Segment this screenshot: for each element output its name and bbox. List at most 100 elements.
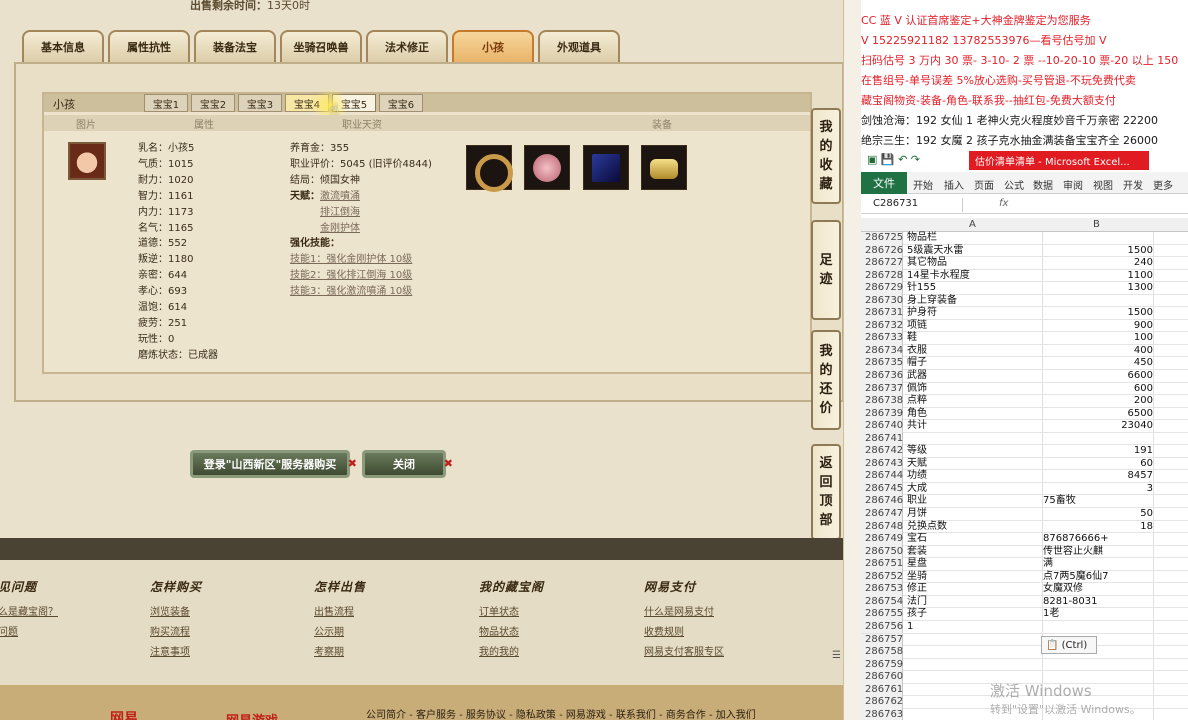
side-button-footprints[interactable]: 足迹: [811, 220, 841, 320]
row-number[interactable]: 286727: [861, 257, 903, 270]
fx-icon[interactable]: fx: [999, 198, 1008, 209]
cell-a[interactable]: 1: [907, 621, 1043, 634]
cell-b[interactable]: 240: [1043, 257, 1153, 270]
equip-slot-book[interactable]: [583, 145, 629, 190]
cell-b[interactable]: 450: [1043, 357, 1153, 370]
footer-link[interactable]: 物品状态: [479, 623, 544, 643]
cell-b[interactable]: 8457: [1043, 470, 1153, 483]
tab-equipment[interactable]: 装备法宝: [194, 30, 276, 62]
col-header-b[interactable]: B: [1093, 219, 1100, 230]
row-number[interactable]: 286752: [861, 570, 903, 584]
row-number[interactable]: 286736: [861, 370, 903, 383]
footer-link[interactable]: 出售流程: [314, 603, 366, 623]
row-number[interactable]: 286728: [861, 269, 903, 283]
equip-slot-ring[interactable]: [466, 145, 513, 192]
bottom-links[interactable]: 公司简介 - 客户服务 - 服务协议 - 隐私政策 - 网易游戏 - 联系我们 …: [366, 706, 756, 720]
cell-a[interactable]: 大成: [907, 483, 1043, 496]
cell-a[interactable]: 孩子: [907, 608, 1043, 621]
cell-b[interactable]: 876876666+: [1043, 533, 1153, 546]
cell-b[interactable]: 传世容止火麒: [1043, 546, 1153, 559]
baby-tab-1[interactable]: 宝宝1: [144, 94, 188, 112]
footer-link[interactable]: 么是藏宝阁？: [0, 603, 58, 623]
row-number[interactable]: 286753: [861, 583, 903, 596]
close-button[interactable]: 关闭 ✖: [362, 450, 453, 478]
tab-attributes[interactable]: 属性抗性: [108, 30, 190, 62]
cell-a[interactable]: 共计: [907, 420, 1043, 433]
cell-b[interactable]: 200: [1043, 395, 1153, 408]
skill-link-1[interactable]: 技能1：强化金刚护体 10级: [290, 252, 432, 268]
row-number[interactable]: 286739: [861, 407, 903, 421]
footer-link[interactable]: 什么是网易支付: [644, 603, 724, 623]
row-number[interactable]: 286744: [861, 470, 903, 483]
row-number[interactable]: 286762: [861, 696, 903, 709]
row-number[interactable]: 286747: [861, 508, 903, 521]
row-number[interactable]: 286746: [861, 495, 903, 508]
row-number[interactable]: 286750: [861, 545, 903, 559]
row-number[interactable]: 286729: [861, 282, 903, 295]
ribbon-tab-home[interactable]: 开始: [913, 177, 933, 192]
cell-a[interactable]: 点粹: [907, 395, 1043, 408]
footer-link[interactable]: 考察期: [314, 643, 366, 663]
talent-link-2[interactable]: 排江倒海: [320, 207, 360, 218]
cell-b[interactable]: 1老: [1043, 608, 1153, 621]
baby-tab-3[interactable]: 宝宝3: [238, 94, 282, 112]
cell-a[interactable]: 功绩: [907, 470, 1043, 483]
baby-tab-6[interactable]: 宝宝6: [379, 94, 423, 112]
side-button-back-to-top[interactable]: 返回顶部: [811, 444, 841, 540]
cell-b[interactable]: 50: [1043, 508, 1153, 521]
row-number[interactable]: 286725: [861, 232, 903, 245]
quick-access-icons[interactable]: ▣ 💾 ↶ ↷: [867, 153, 920, 166]
cell-a[interactable]: 武器: [907, 370, 1043, 383]
ribbon-tab-formulas[interactable]: 公式: [1004, 177, 1024, 192]
cell-a[interactable]: 法门: [907, 596, 1043, 609]
col-header-a[interactable]: A: [969, 219, 976, 230]
row-number[interactable]: 286760: [861, 671, 903, 684]
cell-a[interactable]: 月饼: [907, 508, 1043, 521]
footer-link[interactable]: 网易支付客服专区: [644, 643, 724, 663]
footer-link[interactable]: 购买流程: [150, 623, 202, 643]
footer-link[interactable]: 注意事项: [150, 643, 202, 663]
row-number[interactable]: 286745: [861, 482, 903, 496]
cell-b[interactable]: 6500: [1043, 408, 1153, 421]
cell-a[interactable]: 佩饰: [907, 383, 1043, 396]
cell-b[interactable]: 1500: [1043, 307, 1153, 320]
cell-b[interactable]: 1500: [1043, 245, 1153, 258]
row-number[interactable]: 286759: [861, 658, 903, 672]
cell-a[interactable]: 鞋: [907, 332, 1043, 345]
cell-a[interactable]: 星盘: [907, 558, 1043, 571]
footer-link[interactable]: 订单状态: [479, 603, 544, 623]
paste-options-button[interactable]: 📋 (Ctrl): [1041, 636, 1097, 654]
talent-link-1[interactable]: 激流噴涌: [320, 191, 360, 202]
cell-a[interactable]: 14星卡水程度: [907, 270, 1043, 283]
side-button-my-offers[interactable]: 我的还价: [811, 330, 841, 430]
cell-a[interactable]: 其它物品: [907, 257, 1043, 270]
footer-link[interactable]: 我的我的: [479, 643, 544, 663]
tab-appearance[interactable]: 外观道具: [538, 30, 620, 62]
cell-b[interactable]: 6600: [1043, 370, 1153, 383]
cell-b[interactable]: 900: [1043, 320, 1153, 333]
row-number[interactable]: 286734: [861, 344, 903, 358]
cell-b[interactable]: 60: [1043, 458, 1153, 471]
tab-spells[interactable]: 法术修正: [366, 30, 448, 62]
row-number[interactable]: 286755: [861, 608, 903, 621]
cell-a[interactable]: 护身符: [907, 307, 1043, 320]
cell-a[interactable]: 兑换点数: [907, 521, 1043, 534]
cell-b[interactable]: 3: [1043, 483, 1153, 496]
cell-a[interactable]: 帽子: [907, 357, 1043, 370]
cell-b[interactable]: 191: [1043, 445, 1153, 458]
row-number[interactable]: 286749: [861, 533, 903, 546]
cell-b[interactable]: 18: [1043, 521, 1153, 534]
ribbon-tab-developer[interactable]: 开发: [1123, 177, 1143, 192]
skill-link-3[interactable]: 技能3：强化激流噴涌 10级: [290, 284, 432, 300]
cell-a[interactable]: 物品栏: [907, 232, 1043, 245]
skill-link-2[interactable]: 技能2：强化排江倒海 10级: [290, 268, 432, 284]
tab-mounts[interactable]: 坐骑召唤兽: [280, 30, 362, 62]
cell-a[interactable]: 衣服: [907, 345, 1043, 358]
ribbon-tab-layout[interactable]: 页面: [974, 177, 994, 192]
row-number[interactable]: 286761: [861, 683, 903, 697]
cell-a[interactable]: 修正: [907, 583, 1043, 596]
cell-b[interactable]: 满: [1043, 558, 1153, 571]
cell-a[interactable]: 针155: [907, 282, 1043, 295]
row-number[interactable]: 286735: [861, 357, 903, 370]
cell-b[interactable]: 75畜牧: [1043, 495, 1153, 508]
